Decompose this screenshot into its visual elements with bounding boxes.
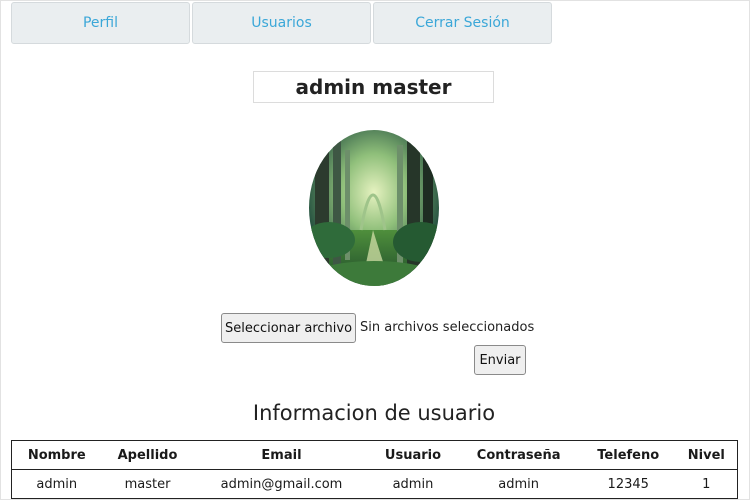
top-nav: Perfil Usuarios Cerrar Sesión [11, 2, 554, 44]
submit-button[interactable]: Enviar [474, 345, 526, 375]
column-header-nombre: Nombre [11, 440, 102, 470]
cell-nivel: 1 [702, 476, 711, 492]
section-title: Informacion de usuario [252, 401, 496, 425]
column-header-telefono: Telefeno [580, 440, 676, 470]
cell-apellido: master [124, 476, 171, 492]
profile-name: admin master [253, 71, 494, 103]
table-header-row: Nombre Apellido Email Usuario Contraseña… [11, 440, 738, 470]
cell-contrasena: admin [498, 476, 540, 492]
column-header-usuario: Usuario [369, 440, 457, 470]
cell-email: admin@gmail.com [220, 476, 343, 492]
avatar [309, 130, 439, 286]
file-status-text: Sin archivos seleccionados [360, 320, 535, 335]
tab-usuarios[interactable]: Usuarios [192, 2, 371, 44]
column-header-nivel: Nivel [675, 440, 738, 470]
choose-file-button[interactable]: Seleccionar archivo [221, 313, 356, 343]
column-header-email: Email [193, 440, 370, 470]
cell-usuario: admin [392, 476, 434, 492]
forest-avatar-image [309, 130, 439, 286]
column-header-contrasena: Contraseña [456, 440, 581, 470]
tab-cerrar-sesion[interactable]: Cerrar Sesión [373, 2, 552, 44]
tab-perfil[interactable]: Perfil [11, 2, 190, 44]
cell-nombre: admin [36, 476, 78, 492]
cell-telefono: 12345 [607, 476, 649, 492]
column-header-apellido: Apellido [101, 440, 194, 470]
user-info-table: Nombre Apellido Email Usuario Contraseña… [11, 440, 738, 499]
table-row: admin master admin@gmail.com admin admin… [12, 470, 738, 499]
